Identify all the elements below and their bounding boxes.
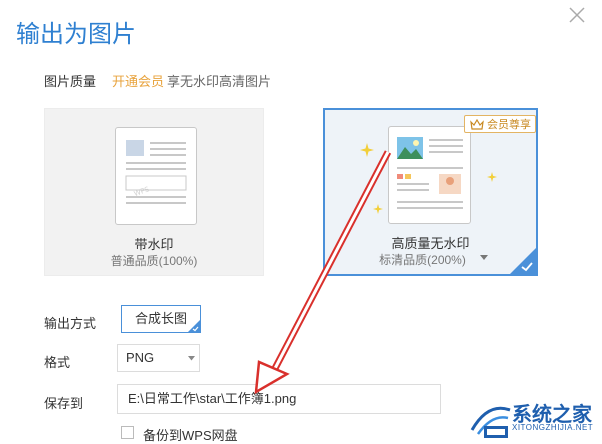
dropdown-arrow-icon[interactable] [480,255,488,261]
format-label: 格式 [44,355,71,370]
backup-checkbox[interactable] [121,426,134,439]
quality-label: 图片质量 [44,74,97,89]
dialog-title: 输出为图片 [16,21,136,48]
backup-label: 备份到WPS网盘 [143,428,238,443]
selected-check-icon [510,248,536,274]
format-select[interactable]: PNG [117,344,200,372]
sparkle-icon [373,204,383,214]
selected-check-icon [188,320,200,332]
sparkle-icon [360,143,374,157]
close-icon[interactable] [566,4,588,26]
sparkle-icon [487,172,497,182]
option-title: 带水印 [134,237,174,252]
option-watermark-card[interactable]: WPS 带水印 普通品质(100%) [44,108,264,276]
open-vip-link[interactable]: 开通会员 [112,71,164,90]
long-image-option-label: 合成长图 [134,311,187,326]
watermark-doc-icon: WPS [115,127,197,225]
option-subtitle: 标清品质(200%) [379,253,466,267]
crown-icon [470,119,484,130]
option-subtitle: 普通品质(100%) [110,254,198,268]
vip-badge-label: 会员尊享 [487,119,531,131]
hq-doc-icon [388,126,471,224]
vip-exclusive-badge: 会员尊享 [464,115,536,133]
long-image-option-button[interactable]: 合成长图 [121,305,201,333]
site-logo-url: XITONGZHIJIA.NET [512,423,594,432]
vip-description: 享无水印高清图片 [167,74,272,89]
option-title: 高质量无水印 [391,236,470,251]
save-path-input[interactable]: E:\日常工作\star\工作簿1.png [117,384,441,414]
format-value: PNG [126,350,155,365]
output-method-label: 输出方式 [44,316,97,331]
save-to-label: 保存到 [44,396,84,411]
chevron-down-icon [188,356,195,361]
